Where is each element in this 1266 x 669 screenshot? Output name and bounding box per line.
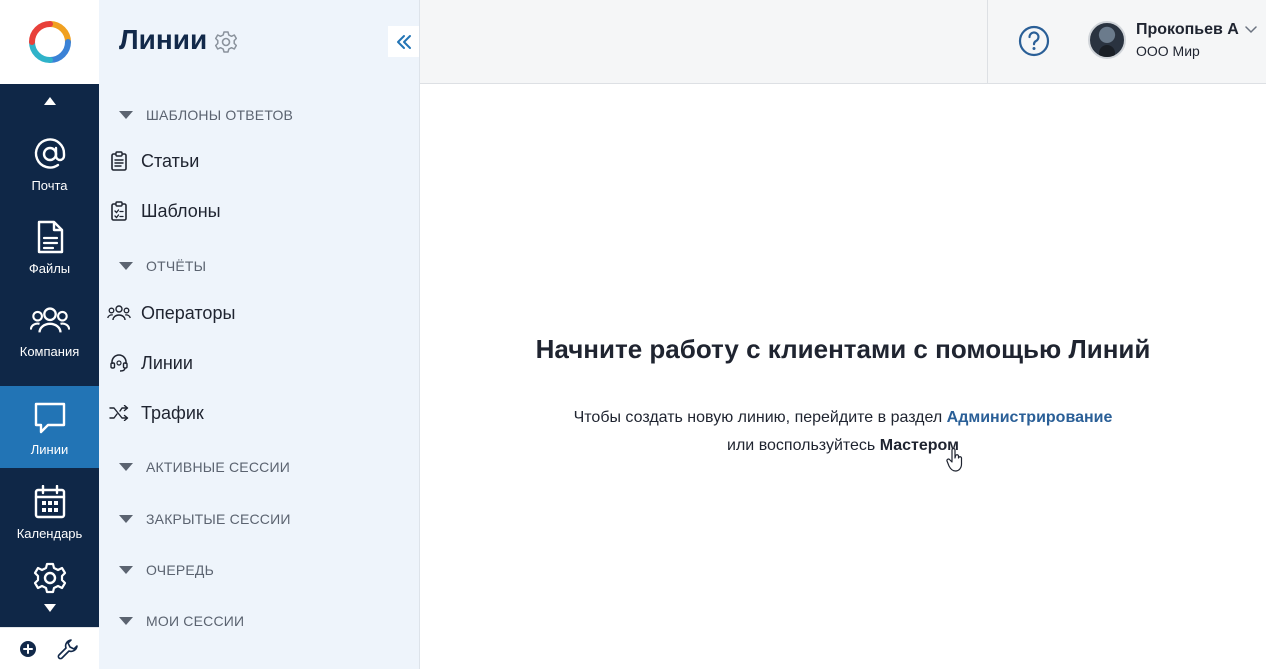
section-active-sessions[interactable]: АКТИВНЫЕ СЕССИИ — [119, 457, 290, 477]
sidebar-item-lines[interactable]: Линии — [107, 349, 193, 377]
sidebar-item-label: Линии — [141, 352, 193, 373]
sidebar-item-traffic[interactable]: Трафик — [107, 399, 204, 427]
empty-text-part1: Чтобы создать новую линию, перейдите в р… — [573, 409, 947, 426]
at-sign-icon — [34, 137, 65, 169]
rail-item-company[interactable]: Компания — [0, 288, 99, 370]
section-closed-sessions[interactable]: ЗАКРЫТЫЕ СЕССИИ — [119, 509, 291, 529]
rail-item-label: Календарь — [16, 525, 83, 541]
file-icon — [37, 220, 63, 253]
user-name: Прокопьев А — [1136, 21, 1239, 38]
app-logo[interactable] — [0, 0, 99, 84]
section-label: ШАБЛОНЫ ОТВЕТОВ — [146, 107, 294, 123]
rail-item-label: Почта — [31, 177, 68, 193]
headset-icon — [110, 354, 128, 372]
hand-pointer-icon — [946, 448, 963, 472]
operators-icon — [107, 305, 131, 321]
app-rail: Почта Файлы Компания Линии Календарь — [0, 0, 99, 669]
sidebar-header: Линии — [99, 0, 419, 84]
chat-bubble-icon — [34, 402, 65, 433]
calendar-icon — [34, 484, 65, 518]
section-label: ОЧЕРЕДЬ — [146, 562, 214, 578]
main-content: Начните работу с клиентами с помощью Лин… — [420, 84, 1266, 669]
triangle-down-icon — [43, 604, 56, 612]
section-reports[interactable]: ОТЧЁТЫ — [119, 256, 206, 276]
rail-bottom-bar — [0, 627, 99, 669]
double-chevron-left-icon — [396, 34, 411, 49]
header-divider — [987, 0, 988, 84]
section-label: АКТИВНЫЕ СЕССИИ — [146, 459, 290, 475]
sidebar-item-label: Операторы — [141, 302, 236, 323]
sidebar-title: Линии — [119, 24, 208, 55]
empty-state-text: Чтобы создать новую линию, перейдите в р… — [420, 404, 1266, 460]
triangle-down-icon — [119, 262, 133, 270]
sidebar-item-label: Трафик — [141, 402, 204, 423]
section-label: МОИ СЕССИИ — [146, 613, 245, 629]
logo-icon — [28, 21, 71, 63]
rail-item-label: Файлы — [28, 260, 71, 276]
administration-link[interactable]: Администрирование — [947, 409, 1113, 426]
gear-icon — [33, 562, 66, 594]
sidebar-item-operators[interactable]: Операторы — [107, 299, 235, 327]
triangle-up-icon — [43, 97, 56, 105]
section-queue[interactable]: ОЧЕРЕДЬ — [119, 560, 214, 580]
chevron-down-icon — [1245, 26, 1257, 34]
rail-item-calendar[interactable]: Календарь — [0, 470, 99, 552]
clipboard-icon — [111, 151, 127, 171]
settings-gear-icon[interactable] — [214, 30, 238, 54]
section-my-sessions[interactable]: МОИ СЕССИИ — [119, 611, 244, 631]
people-icon — [29, 306, 70, 333]
user-menu[interactable]: Прокопьев А ООО Мир — [1088, 18, 1257, 62]
rail-scroll-up-button[interactable] — [0, 90, 99, 112]
section-label: ЗАКРЫТЫЕ СЕССИИ — [146, 511, 291, 527]
section-label: ОТЧЁТЫ — [146, 258, 207, 274]
sidebar-item-templates[interactable]: Шаблоны — [107, 197, 221, 225]
empty-state-title: Начните работу с клиентами с помощью Лин… — [535, 334, 1151, 364]
checklist-icon — [111, 201, 127, 221]
sidebar-item-label: Шаблоны — [141, 200, 221, 221]
triangle-down-icon — [119, 111, 133, 119]
section-reply-templates[interactable]: ШАБЛОНЫ ОТВЕТОВ — [119, 105, 293, 125]
rail-item-label: Линии — [30, 441, 69, 457]
sidebar-collapse-button[interactable] — [388, 26, 419, 57]
lines-sidebar: Линии ШАБЛОНЫ ОТВЕТОВ Статьи Шаблоны ОТЧ… — [99, 0, 420, 669]
triangle-down-icon — [119, 515, 133, 523]
triangle-down-icon — [119, 463, 133, 471]
triangle-down-icon — [119, 617, 133, 625]
add-circle-icon[interactable] — [20, 640, 37, 657]
rail-item-label: Компания — [19, 343, 80, 359]
sidebar-item-articles[interactable]: Статьи — [107, 147, 199, 175]
triangle-down-icon — [119, 566, 133, 574]
shuffle-icon — [109, 405, 129, 421]
avatar — [1088, 21, 1126, 59]
user-org: ООО Мир — [1136, 43, 1200, 59]
rail-scroll-down-button[interactable] — [0, 598, 99, 618]
top-header: Прокопьев А ООО Мир — [420, 0, 1266, 84]
empty-text-part2: или воспользуйтесь — [727, 437, 880, 454]
help-icon[interactable] — [1018, 25, 1050, 57]
wrench-icon[interactable] — [57, 638, 79, 660]
rail-item-files[interactable]: Файлы — [0, 205, 99, 287]
rail-item-mail[interactable]: Почта — [0, 122, 99, 204]
sidebar-item-label: Статьи — [141, 150, 200, 171]
rail-item-lines[interactable]: Линии — [0, 386, 99, 468]
rail-item-settings[interactable] — [0, 556, 99, 600]
